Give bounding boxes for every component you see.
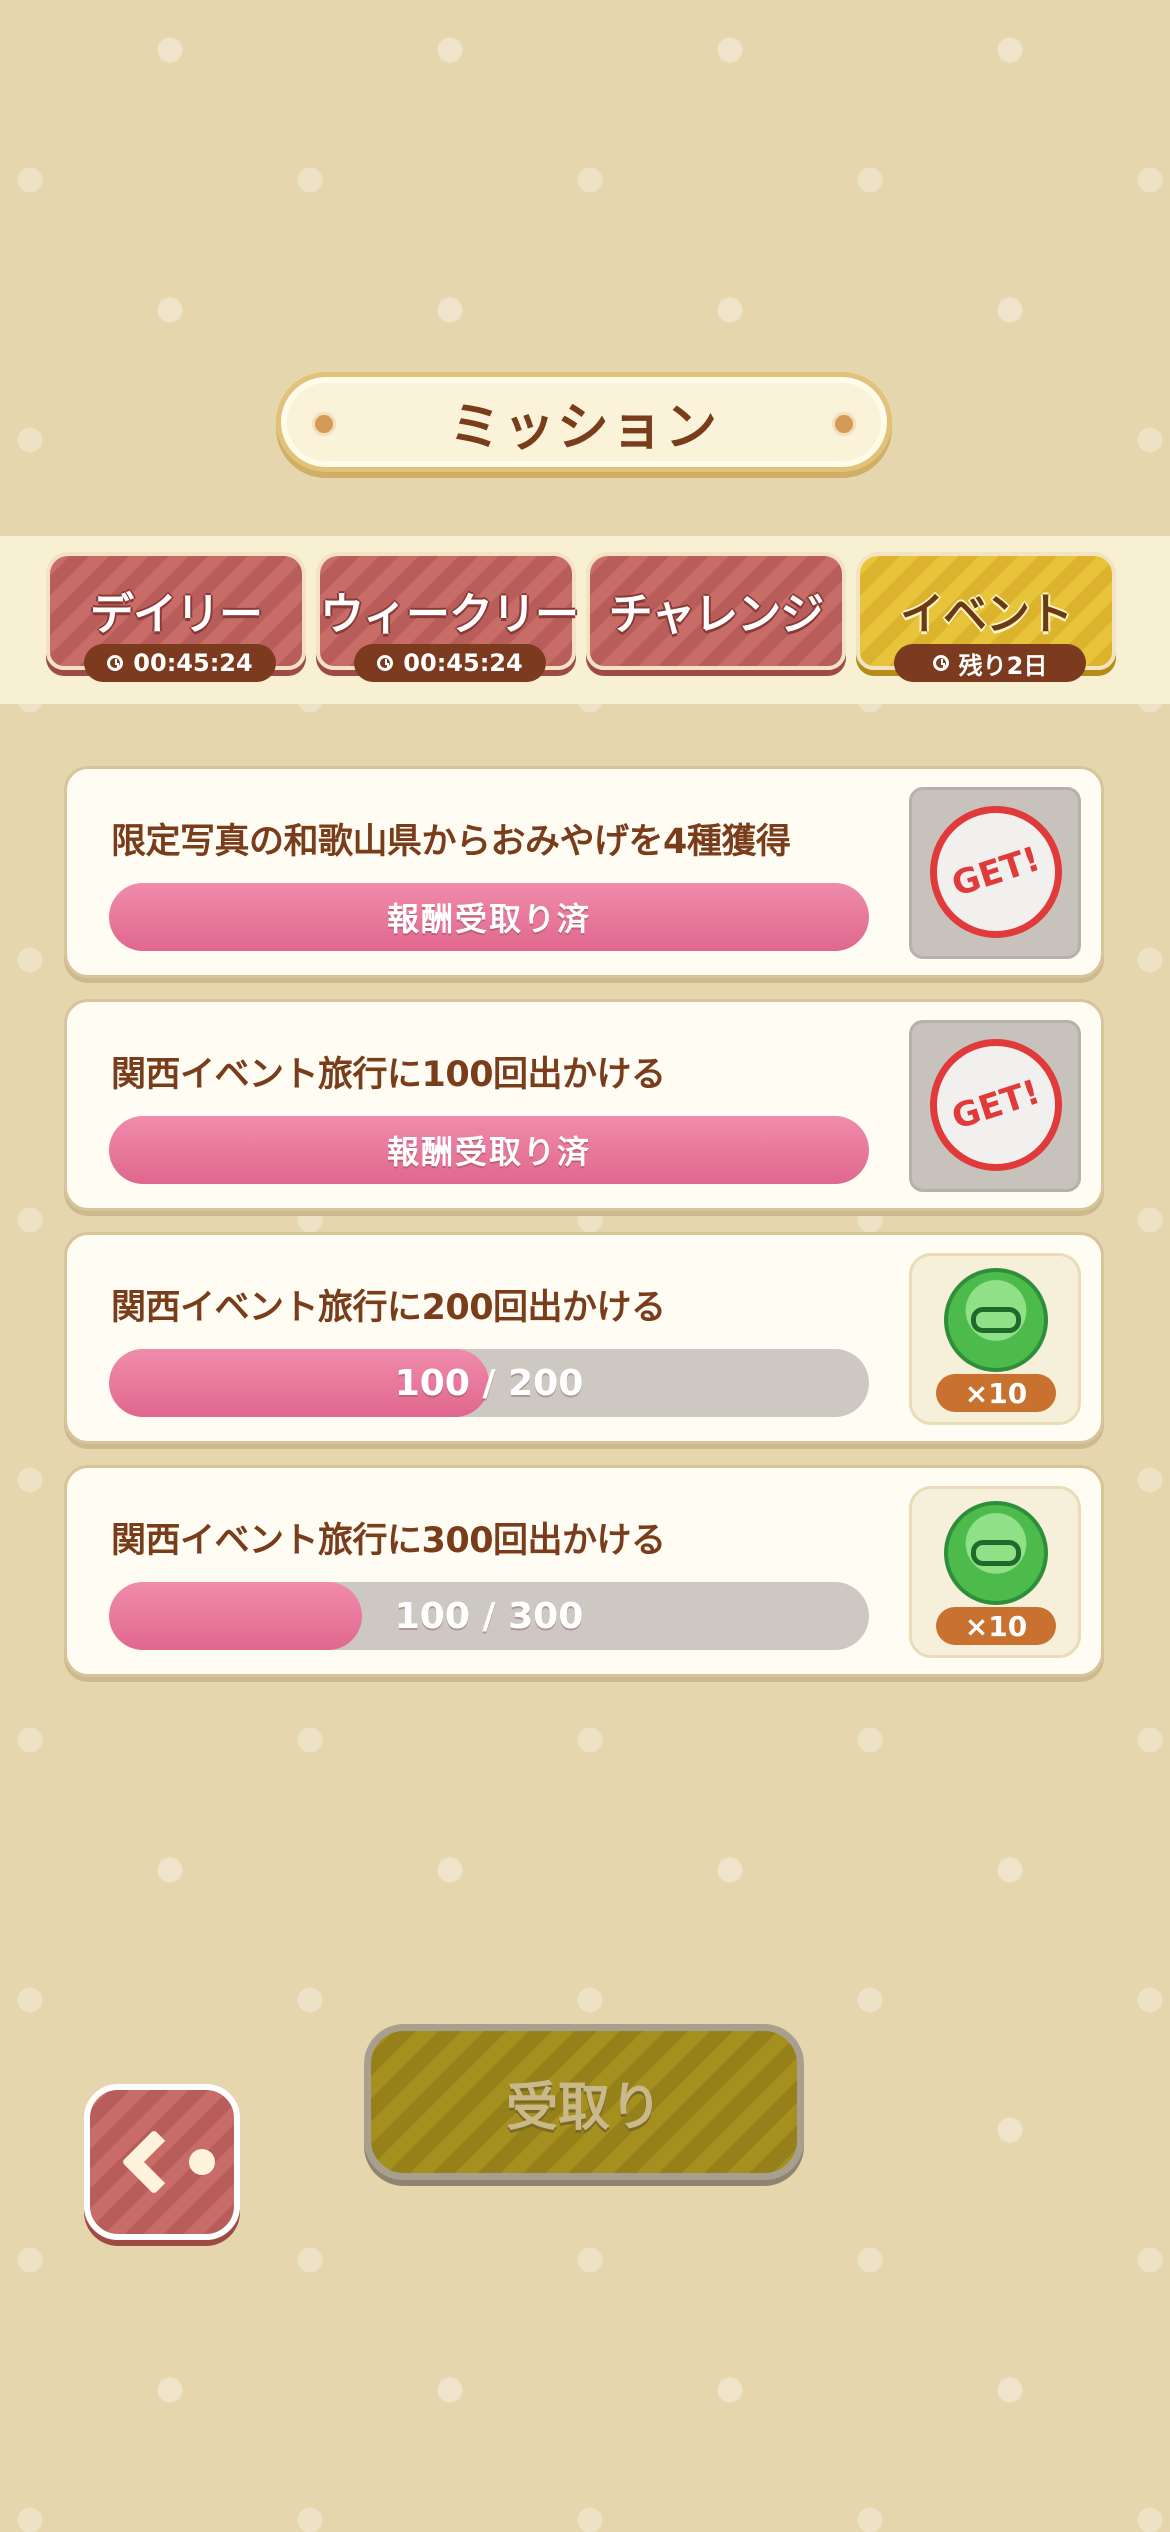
timer-text: 00:45:24: [403, 649, 523, 677]
progress-text: 100 / 200: [394, 1362, 584, 1404]
plaque-dot-left: [315, 415, 333, 433]
mission-title: 関西イベント旅行に200回出かける: [111, 1288, 666, 1328]
progress-text: 100 / 300: [394, 1595, 584, 1637]
mission-card: 限定写真の和歌山県からおみやげを4種獲得 報酬受取り済 GET!: [64, 766, 1104, 978]
mission-card: 関西イベント旅行に200回出かける 100 / 200 ×10: [64, 1232, 1104, 1444]
progress-text: 報酬受取り済: [386, 1133, 591, 1171]
mission-title: 限定写真の和歌山県からおみやげを4種獲得: [111, 822, 791, 862]
mission-card: 関西イベント旅行に300回出かける 100 / 300 ×10: [64, 1465, 1104, 1677]
claim-button[interactable]: 受取り: [364, 2024, 804, 2180]
page-title: ミッション: [448, 397, 719, 458]
reward-slot: ×10: [909, 1253, 1081, 1425]
tab-timer: 00:45:24: [84, 644, 276, 682]
tab-event[interactable]: イベント 残り2日: [856, 552, 1116, 682]
back-button[interactable]: [84, 2084, 240, 2240]
clock-icon: [932, 655, 949, 671]
mission-title: 関西イベント旅行に300回出かける: [111, 1521, 666, 1561]
reward-slot: GET!: [909, 787, 1081, 959]
tab-challenge[interactable]: チャレンジ: [586, 552, 846, 670]
tab-weekly[interactable]: ウィークリー 00:45:24: [316, 552, 579, 682]
progress-bar: 報酬受取り済: [109, 883, 869, 951]
title-plaque: ミッション: [276, 372, 892, 472]
tab-timer: 00:45:24: [354, 644, 546, 682]
tab-daily[interactable]: デイリー 00:45:24: [46, 552, 306, 682]
reward-quantity: ×10: [936, 1607, 1056, 1645]
mission-title: 関西イベント旅行に100回出かける: [111, 1055, 666, 1095]
tab-label: チャレンジ: [608, 589, 825, 640]
progress-bar: 100 / 300: [109, 1582, 869, 1650]
timer-text: 00:45:24: [133, 649, 253, 677]
green-coin-icon: [944, 1501, 1048, 1605]
progress-bar: 報酬受取り済: [109, 1116, 869, 1184]
progress-bar: 100 / 200: [109, 1349, 869, 1417]
clock-icon: [107, 655, 124, 671]
reward-slot: GET!: [909, 1020, 1081, 1192]
get-stamp-icon: GET!: [912, 788, 1080, 956]
progress-text: 報酬受取り済: [386, 900, 591, 938]
claim-label: 受取り: [505, 2077, 662, 2138]
tab-label: イベント: [900, 589, 1073, 640]
get-stamp-icon: GET!: [912, 1021, 1080, 1189]
tab-label: デイリー: [90, 589, 263, 640]
clock-icon: [377, 655, 394, 671]
reward-quantity: ×10: [936, 1374, 1056, 1412]
back-dot: [189, 2149, 215, 2175]
mission-card: 関西イベント旅行に100回出かける 報酬受取り済 GET!: [64, 999, 1104, 1211]
tab-timer: 残り2日: [894, 644, 1086, 682]
green-coin-icon: [944, 1268, 1048, 1372]
reward-slot: ×10: [909, 1486, 1081, 1658]
tab-label: ウィークリー: [320, 589, 579, 640]
timer-text: 残り2日: [958, 651, 1048, 680]
back-arrow-icon: [121, 2129, 187, 2195]
plaque-dot-right: [835, 415, 853, 433]
